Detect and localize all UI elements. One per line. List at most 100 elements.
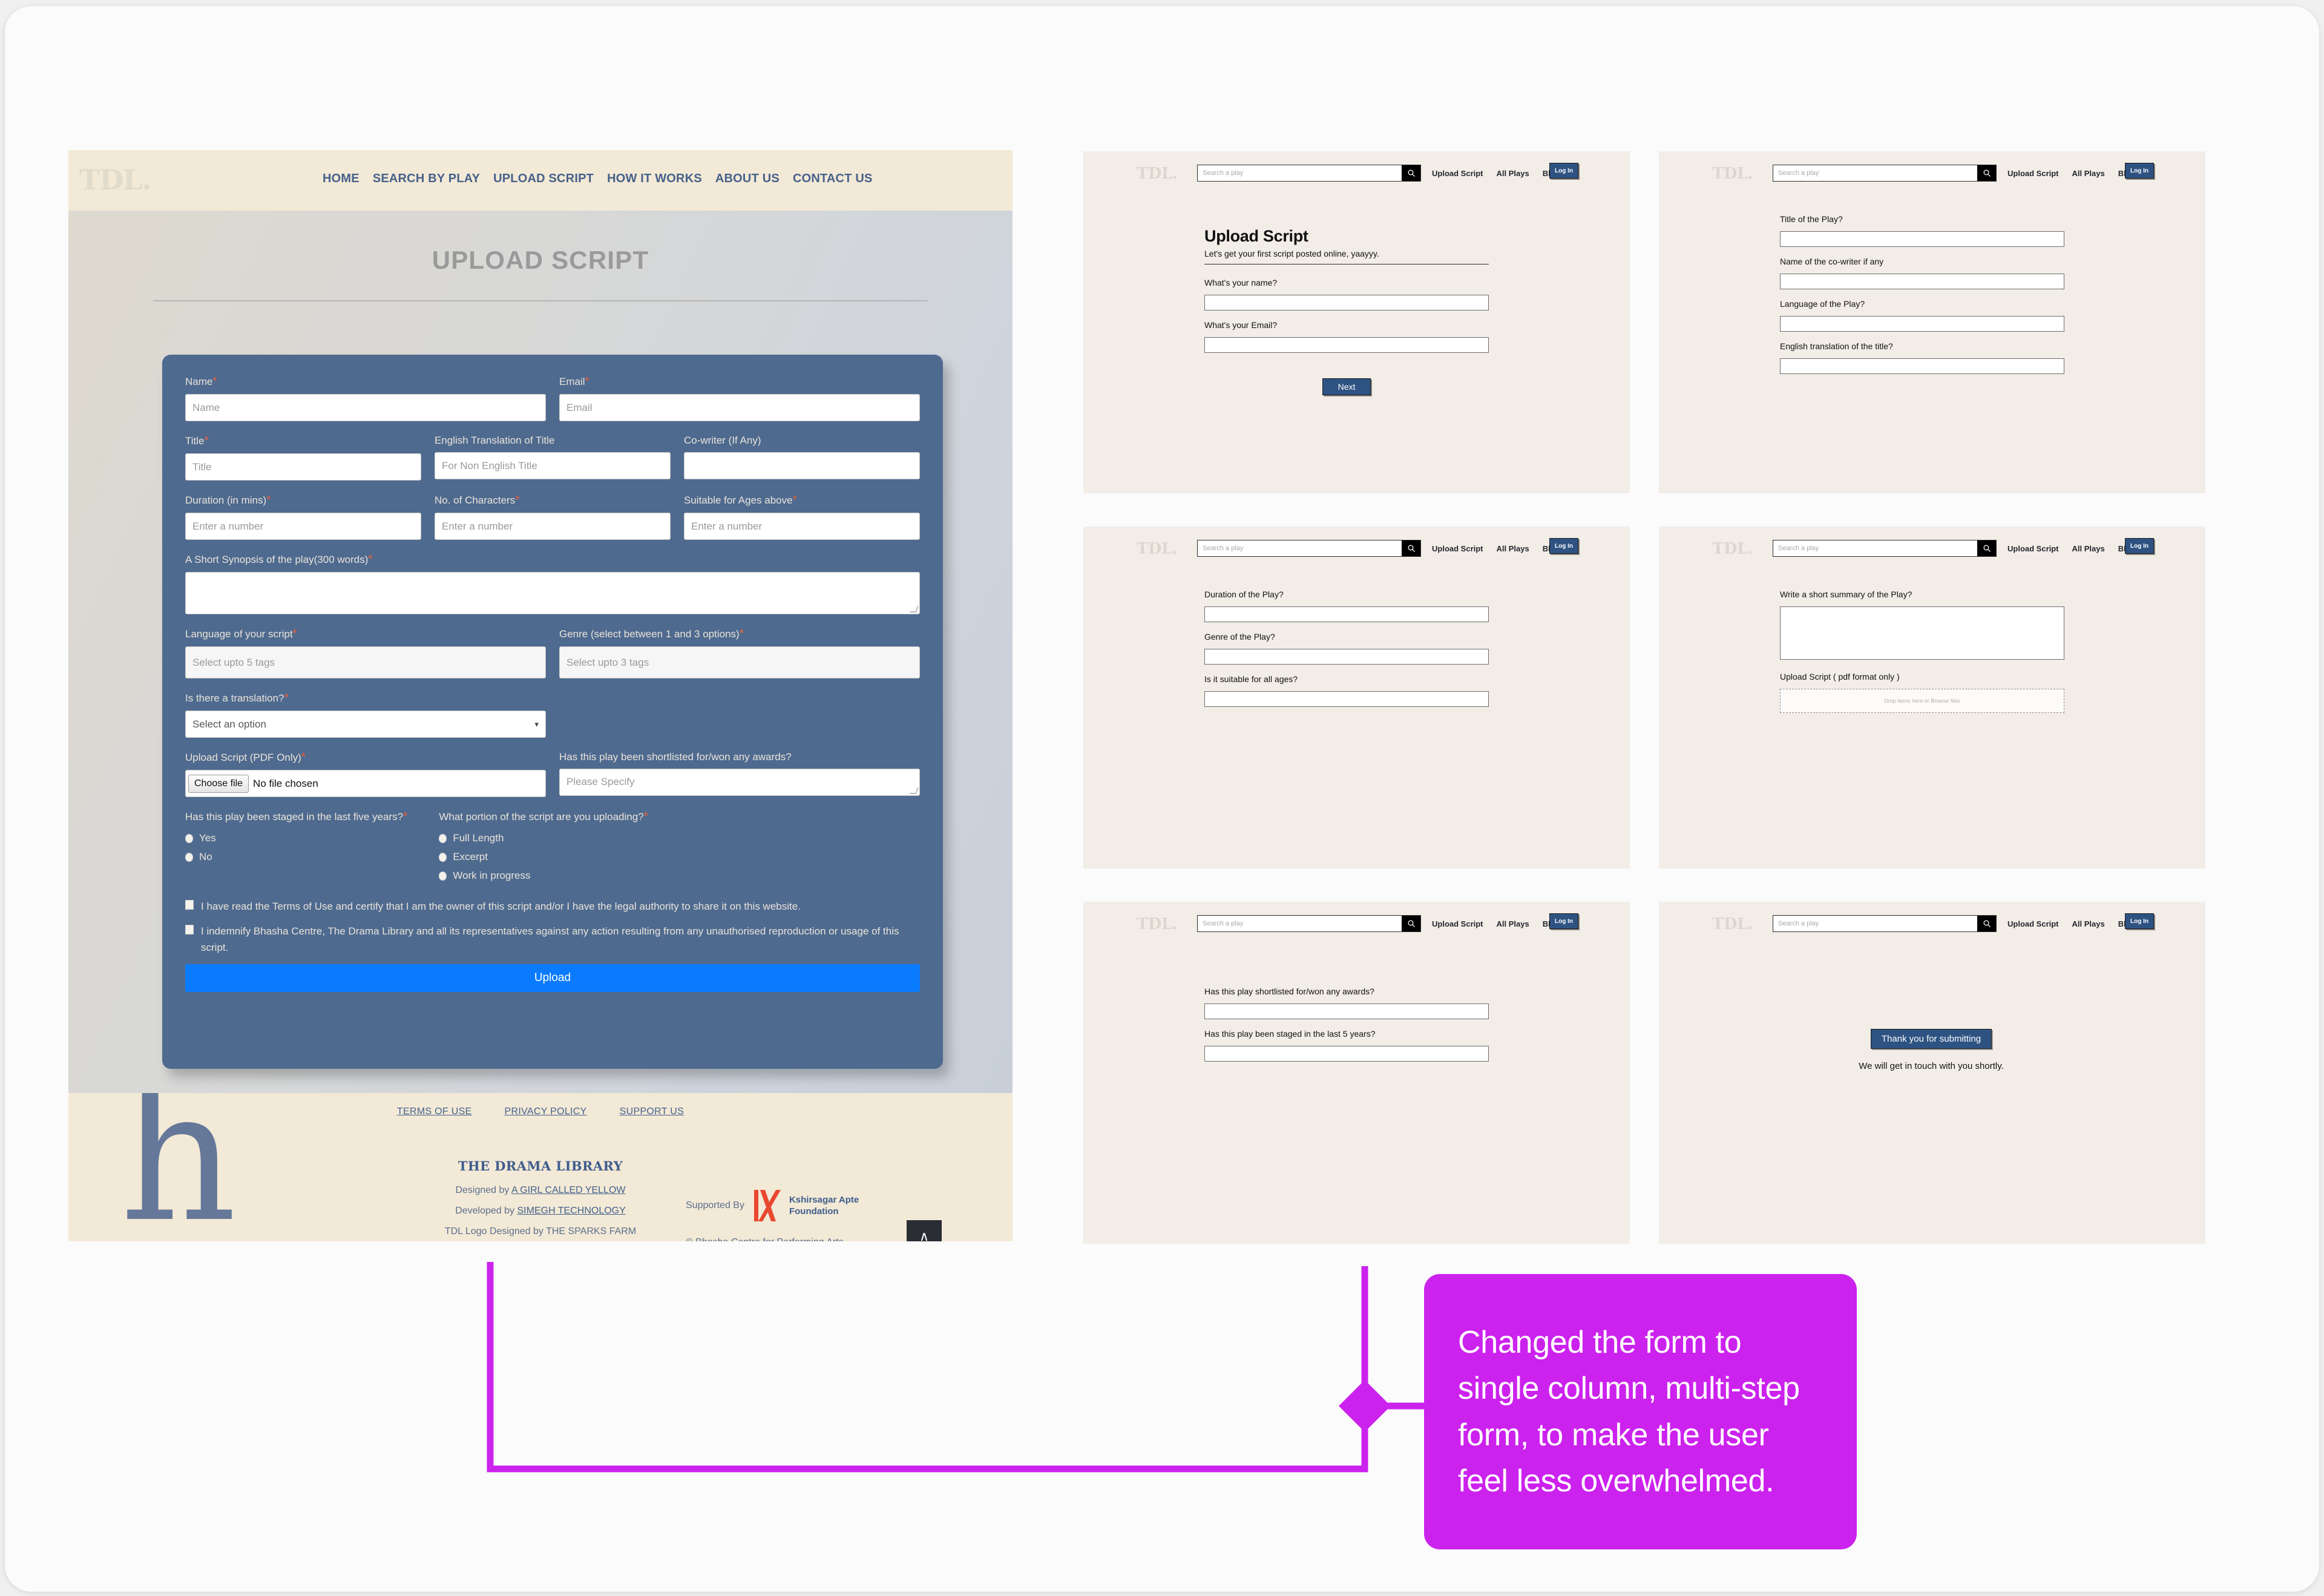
- search-button[interactable]: [1977, 540, 1996, 556]
- input-duration[interactable]: [1204, 606, 1489, 622]
- nav-link-all-plays[interactable]: All Plays: [2072, 919, 2105, 928]
- nav-link-upload-script[interactable]: Upload Script: [2007, 919, 2059, 928]
- nav-item-how-it-works[interactable]: HOW IT WORKS: [607, 172, 702, 186]
- login-button[interactable]: Log In: [2125, 163, 2154, 179]
- credit-link-developer[interactable]: SIMEGH TECHNOLOGY: [517, 1206, 626, 1216]
- textarea-synopsis[interactable]: [185, 572, 920, 614]
- input-genre[interactable]: [1204, 649, 1489, 665]
- field-staged: Has this play been staged in the last fi…: [185, 810, 425, 888]
- input-genre-tags[interactable]: Select upto 3 tags: [559, 646, 920, 678]
- tdl-logo[interactable]: TDL.: [79, 163, 151, 196]
- question-label: Is it suitable for all ages?: [1204, 674, 1298, 684]
- nav-link-upload-script[interactable]: Upload Script: [2007, 544, 2059, 553]
- question-label: Write a short summary of the Play?: [1780, 589, 1912, 599]
- tdl-logo[interactable]: TDL.: [1712, 540, 1753, 558]
- search-button[interactable]: [1402, 916, 1420, 931]
- footer-link-terms-of-use[interactable]: TERMS OF USE: [397, 1106, 472, 1117]
- tdl-logo[interactable]: TDL.: [1712, 165, 1753, 183]
- checkbox-indemnify[interactable]: I indemnify Bhasha Centre, The Drama Lib…: [185, 923, 920, 956]
- search-icon: [1407, 169, 1415, 177]
- input-language-tags[interactable]: Select upto 5 tags: [185, 646, 546, 678]
- login-button[interactable]: Log In: [2125, 538, 2154, 554]
- radio-portion-excerpt[interactable]: Excerpt: [439, 851, 920, 863]
- step-3-content: Duration of the Play? Genre of the Play?…: [1204, 589, 1489, 707]
- mockup-nav-links: Upload Script All Plays Blog: [1432, 544, 1560, 553]
- input-awards[interactable]: [1204, 1003, 1489, 1019]
- search-bar[interactable]: Search a play: [1773, 165, 1997, 182]
- nav-link-all-plays[interactable]: All Plays: [1497, 169, 1529, 178]
- nav-link-upload-script[interactable]: Upload Script: [2007, 169, 2059, 178]
- search-bar[interactable]: Search a play: [1773, 540, 1997, 557]
- nav-link-all-plays[interactable]: All Plays: [2072, 169, 2105, 178]
- input-characters[interactable]: Enter a number: [435, 513, 671, 540]
- footer-links: TERMS OF USE PRIVACY POLICY SUPPORT US: [68, 1106, 1013, 1117]
- tdl-logo[interactable]: TDL.: [1137, 540, 1178, 558]
- search-bar[interactable]: Search a play: [1773, 915, 1997, 932]
- nav-item-contact-us[interactable]: CONTACT US: [793, 172, 873, 186]
- input-duration[interactable]: Enter a number: [185, 513, 421, 540]
- dropzone-text: Drop items here or Browse files: [1884, 698, 1960, 704]
- nav-link-upload-script[interactable]: Upload Script: [1432, 169, 1483, 178]
- input-cowriter[interactable]: [1780, 274, 2064, 289]
- label-email: Email*: [559, 375, 589, 388]
- nav-link-upload-script[interactable]: Upload Script: [1432, 919, 1483, 928]
- input-name[interactable]: [1204, 295, 1489, 311]
- file-picker[interactable]: Choose file No file chosen: [185, 770, 546, 797]
- nav-link-upload-script[interactable]: Upload Script: [1432, 544, 1483, 553]
- search-icon: [1983, 169, 1991, 177]
- search-placeholder: Search a play: [1778, 169, 1819, 177]
- search-bar[interactable]: Search a play: [1197, 915, 1421, 932]
- tdl-logo[interactable]: TDL.: [1137, 165, 1178, 183]
- back-to-top-button[interactable]: ∧: [907, 1220, 942, 1241]
- radio-portion-full-length[interactable]: Full Length: [439, 832, 920, 844]
- search-button[interactable]: [1402, 165, 1420, 181]
- search-button[interactable]: [1402, 540, 1420, 556]
- input-email[interactable]: Email: [559, 394, 920, 421]
- tdl-logo[interactable]: TDL.: [1137, 915, 1178, 933]
- input-title[interactable]: [1780, 231, 2064, 247]
- nav-item-upload-script[interactable]: UPLOAD SCRIPT: [493, 172, 594, 186]
- upload-submit-button[interactable]: Upload: [185, 964, 920, 992]
- search-bar[interactable]: Search a play: [1197, 165, 1421, 182]
- input-english-title[interactable]: For Non English Title: [435, 452, 671, 479]
- form-row-title: Title* Title English Translation of Titl…: [185, 435, 920, 481]
- login-button[interactable]: Log In: [1549, 163, 1578, 179]
- file-dropzone[interactable]: Drop items here or Browse files: [1780, 689, 2064, 713]
- input-english-translation[interactable]: [1780, 358, 2064, 374]
- login-button[interactable]: Log In: [2125, 913, 2154, 929]
- checkbox-terms-of-use[interactable]: I have read the Terms of Use and certify…: [185, 898, 920, 915]
- select-translation[interactable]: Select an option ▾: [185, 711, 546, 738]
- search-button[interactable]: [1977, 165, 1996, 181]
- nav-link-all-plays[interactable]: All Plays: [1497, 919, 1529, 928]
- textarea-summary[interactable]: [1780, 606, 2064, 660]
- choose-file-button[interactable]: Choose file: [188, 774, 249, 793]
- login-button[interactable]: Log In: [1549, 913, 1578, 929]
- question-label: Genre of the Play?: [1204, 632, 1275, 642]
- credit-link-logo[interactable]: THE SPARKS FARM: [546, 1226, 636, 1236]
- input-title[interactable]: Title: [185, 453, 421, 481]
- footer-link-privacy-policy[interactable]: PRIVACY POLICY: [505, 1106, 587, 1117]
- nav-link-all-plays[interactable]: All Plays: [2072, 544, 2105, 553]
- search-bar[interactable]: Search a play: [1197, 540, 1421, 557]
- tdl-logo[interactable]: TDL.: [1712, 915, 1753, 933]
- input-language[interactable]: [1780, 316, 2064, 332]
- input-suitable-ages[interactable]: [1204, 691, 1489, 707]
- nav-item-search-by-play[interactable]: SEARCH BY PLAY: [373, 172, 480, 186]
- login-button[interactable]: Log In: [1549, 538, 1578, 554]
- credit-link-designer[interactable]: A GIRL CALLED YELLOW: [511, 1185, 626, 1195]
- textarea-awards[interactable]: Please Specify: [559, 769, 920, 796]
- radio-staged-yes[interactable]: Yes: [185, 832, 425, 844]
- radio-portion-work-in-progress[interactable]: Work in progress: [439, 870, 920, 882]
- input-name[interactable]: Name: [185, 394, 546, 421]
- next-button[interactable]: Next: [1322, 378, 1371, 396]
- input-ages[interactable]: Enter a number: [684, 513, 920, 540]
- search-button[interactable]: [1977, 916, 1996, 931]
- radio-staged-no[interactable]: No: [185, 851, 425, 863]
- input-cowriter[interactable]: [684, 452, 920, 479]
- nav-item-home[interactable]: HOME: [323, 172, 359, 186]
- nav-link-all-plays[interactable]: All Plays: [1497, 544, 1529, 553]
- input-email[interactable]: [1204, 337, 1489, 353]
- footer-link-support-us[interactable]: SUPPORT US: [620, 1106, 684, 1117]
- nav-item-about-us[interactable]: ABOUT US: [715, 172, 780, 186]
- input-staged[interactable]: [1204, 1046, 1489, 1062]
